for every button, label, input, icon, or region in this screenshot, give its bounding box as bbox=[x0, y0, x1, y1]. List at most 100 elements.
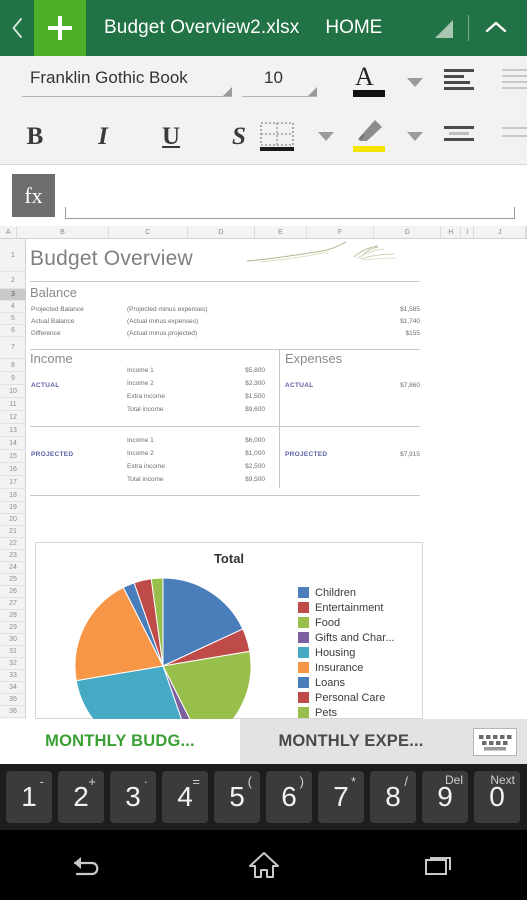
key-8[interactable]: 8/ bbox=[370, 771, 416, 823]
column-header-d[interactable]: D bbox=[188, 226, 256, 238]
key-7[interactable]: 7 * bbox=[318, 771, 364, 823]
font-color-button[interactable]: A bbox=[345, 62, 393, 102]
column-header-e[interactable]: E bbox=[255, 226, 307, 238]
font-name-dropdown[interactable]: Franklin Gothic Book bbox=[22, 64, 232, 102]
ribbon-tab-home[interactable]: HOME bbox=[325, 17, 382, 39]
key-2[interactable]: 2 + bbox=[58, 771, 104, 823]
row-header-6[interactable]: 6 bbox=[0, 325, 26, 337]
align-left-button[interactable] bbox=[440, 64, 482, 102]
row-header-15[interactable]: 15 bbox=[0, 450, 26, 463]
row-header-4[interactable]: 4 bbox=[0, 301, 26, 313]
borders-button[interactable] bbox=[255, 118, 299, 158]
row-header-16[interactable]: 16 bbox=[0, 463, 26, 476]
row-header-35[interactable]: 35 bbox=[0, 694, 26, 706]
row-header-11[interactable]: 11 bbox=[0, 398, 26, 411]
row-header-23[interactable]: 23 bbox=[0, 550, 26, 562]
legend-swatch-icon bbox=[298, 587, 309, 598]
font-size-dropdown[interactable]: 10 bbox=[242, 64, 317, 102]
insert-function-button[interactable]: fx bbox=[12, 174, 55, 217]
row-header-28[interactable]: 28 bbox=[0, 610, 26, 622]
legend-item: Food bbox=[298, 615, 394, 630]
row-header-30[interactable]: 30 bbox=[0, 634, 26, 646]
formula-bar: fx bbox=[0, 165, 527, 226]
font-color-dropdown-chevron-down-icon[interactable] bbox=[407, 78, 423, 87]
row-header-18[interactable]: 18 bbox=[0, 489, 26, 502]
column-header-f[interactable]: F bbox=[307, 226, 375, 238]
collapse-ribbon-button[interactable] bbox=[475, 0, 517, 56]
spreadsheet-grid[interactable]: 1 2 3 4 5 6 7 8 9 10 11 12 13 14 15 16 17 18 19 20 21 22 23 24 2… bbox=[0, 239, 527, 719]
column-header-c[interactable]: C bbox=[109, 226, 188, 238]
key-0[interactable]: 0 Next bbox=[474, 771, 520, 823]
row-header-24[interactable]: 24 bbox=[0, 562, 26, 574]
row-header-27[interactable]: 27 bbox=[0, 598, 26, 610]
legend-swatch-icon bbox=[298, 677, 309, 688]
row-header-17[interactable]: 17 bbox=[0, 476, 26, 489]
row-header-8[interactable]: 8 bbox=[0, 359, 26, 372]
app-icon-button[interactable] bbox=[34, 0, 86, 56]
column-header-a[interactable]: A bbox=[0, 226, 18, 238]
nav-recents-button[interactable] bbox=[351, 830, 527, 900]
column-header-h[interactable]: H bbox=[441, 226, 462, 238]
column-header-g[interactable]: G bbox=[374, 226, 442, 238]
row-header-10[interactable]: 10 bbox=[0, 385, 26, 398]
pie-chart[interactable]: Total Children Entertainment Food Gifts and… bbox=[35, 542, 423, 719]
toggle-keyboard-button[interactable] bbox=[462, 719, 527, 764]
row-header-34[interactable]: 34 bbox=[0, 682, 26, 694]
key-5[interactable]: 5( bbox=[214, 771, 260, 823]
back-button[interactable] bbox=[0, 0, 34, 56]
key-3[interactable]: 3 · bbox=[110, 771, 156, 823]
title-bar: Budget Overview2.xlsx HOME bbox=[0, 0, 527, 56]
key-6[interactable]: 6) bbox=[266, 771, 312, 823]
highlight-dropdown-chevron-down-icon[interactable] bbox=[407, 132, 423, 141]
bold-button[interactable]: B bbox=[12, 118, 58, 156]
row-header-36[interactable]: 36 bbox=[0, 706, 26, 718]
column-header-i[interactable]: I bbox=[461, 226, 475, 238]
row-header-3[interactable]: 3 bbox=[0, 289, 26, 301]
sheet-tab-monthly-expenses[interactable]: MONTHLY EXPE... bbox=[240, 719, 462, 764]
pie-chart-canvas bbox=[74, 577, 252, 719]
row-header-9[interactable]: 9 bbox=[0, 372, 26, 385]
row-header-20[interactable]: 20 bbox=[0, 514, 26, 526]
row-header-31[interactable]: 31 bbox=[0, 646, 26, 658]
key-digit: 5 bbox=[229, 781, 245, 812]
sheet-tab-monthly-budget[interactable]: MONTHLY BUDG... bbox=[0, 719, 240, 764]
section-heading-income: Income bbox=[30, 351, 73, 366]
column-header-j[interactable]: J bbox=[474, 226, 526, 238]
row-header-21[interactable]: 21 bbox=[0, 526, 26, 538]
underline-button[interactable]: U bbox=[148, 118, 194, 156]
align-left-icon bbox=[444, 69, 474, 90]
signal-triangle-button[interactable] bbox=[428, 0, 462, 56]
key-9[interactable]: 9 Del bbox=[422, 771, 468, 823]
legend-label: Insurance bbox=[315, 661, 364, 674]
row-header-32[interactable]: 32 bbox=[0, 658, 26, 670]
align-right-button[interactable] bbox=[500, 64, 527, 102]
merge-cells-button[interactable] bbox=[440, 118, 482, 156]
row-header-7[interactable]: 7 bbox=[0, 337, 26, 359]
row-header-12[interactable]: 12 bbox=[0, 411, 26, 424]
row-header-29[interactable]: 29 bbox=[0, 622, 26, 634]
section-heading-balance: Balance bbox=[30, 285, 77, 300]
chevron-up-icon bbox=[485, 21, 507, 33]
row-header-25[interactable]: 25 bbox=[0, 574, 26, 586]
legend-item: Insurance bbox=[298, 660, 394, 675]
key-1[interactable]: 1- bbox=[6, 771, 52, 823]
highlight-color-button[interactable] bbox=[345, 118, 393, 156]
income-group-label-projected: PROJECTED bbox=[31, 451, 74, 458]
nav-home-button[interactable] bbox=[176, 830, 352, 900]
italic-button[interactable]: I bbox=[80, 118, 126, 156]
row-header-2[interactable]: 2 bbox=[0, 272, 26, 289]
row-header-14[interactable]: 14 bbox=[0, 437, 26, 450]
key-4[interactable]: 4 = bbox=[162, 771, 208, 823]
wrap-text-button[interactable] bbox=[500, 118, 527, 156]
row-header-5[interactable]: 5 bbox=[0, 313, 26, 325]
formula-input[interactable] bbox=[65, 207, 515, 219]
row-header-1[interactable]: 1 bbox=[0, 239, 26, 272]
row-header-19[interactable]: 19 bbox=[0, 502, 26, 514]
borders-dropdown-chevron-down-icon[interactable] bbox=[318, 132, 334, 141]
row-header-13[interactable]: 13 bbox=[0, 424, 26, 437]
row-header-26[interactable]: 26 bbox=[0, 586, 26, 598]
row-header-22[interactable]: 22 bbox=[0, 538, 26, 550]
row-header-33[interactable]: 33 bbox=[0, 670, 26, 682]
nav-back-button[interactable] bbox=[0, 830, 176, 900]
column-header-b[interactable]: B bbox=[17, 226, 109, 238]
